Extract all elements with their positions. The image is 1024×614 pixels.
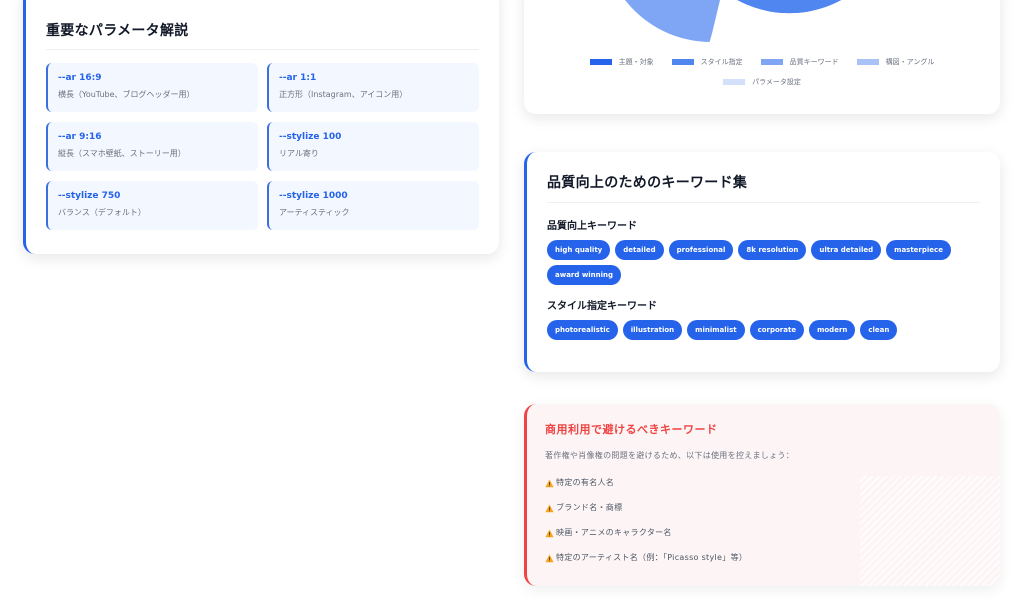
warning-item-text: 特定のアーティスト名（例：「Picasso style」等） xyxy=(556,553,748,562)
parameters-title: 重要なパラメータ解説 xyxy=(46,20,479,50)
param-code: --ar 16:9 xyxy=(58,73,102,83)
keywords-title: 品質向上のためのキーワード集 xyxy=(547,172,980,203)
parameters-card: 重要なパラメータ解説 --ar 16:9 横長（YouTube、ブログヘッダー用… xyxy=(23,0,499,254)
warning-description: 著作権や肖像権の問題を避けるため、以下は使用を控えましょう： xyxy=(545,451,794,460)
keyword-tag[interactable]: masterpiece xyxy=(886,240,951,260)
keyword-tag[interactable]: minimalist xyxy=(687,320,745,340)
legend-swatch xyxy=(723,78,746,85)
style-keywords-title: スタイル指定キーワード xyxy=(547,301,657,312)
warning-icon xyxy=(545,529,554,537)
param-item: --stylize 100 リアル寄り xyxy=(267,122,479,171)
legend-swatch xyxy=(760,58,783,65)
param-desc: 横長（YouTube、ブログヘッダー用） xyxy=(58,90,195,99)
keyword-tag[interactable]: award winning xyxy=(547,265,622,285)
keyword-tag[interactable]: modern xyxy=(809,320,856,340)
warning-item-text: 映画・アニメのキャラクター名 xyxy=(556,528,672,537)
legend-swatch xyxy=(671,58,694,65)
param-desc: 正方形（Instagram、アイコン用） xyxy=(279,90,408,99)
param-code: --stylize 100 xyxy=(279,132,342,142)
legend-label: 構図・アングル xyxy=(885,57,935,66)
legend-label: 品質キーワード xyxy=(789,57,839,66)
keyword-tag[interactable]: high quality xyxy=(547,240,611,260)
warning-icon xyxy=(545,479,554,487)
parameters-grid: --ar 16:9 横長（YouTube、ブログヘッダー用） --ar 1:1 … xyxy=(46,63,479,230)
warning-icon xyxy=(545,554,554,562)
legend-item[interactable]: 構図・アングル xyxy=(856,57,935,66)
page: 重要なパラメータ解説 --ar 16:9 横長（YouTube、ブログヘッダー用… xyxy=(0,0,1024,614)
keywords-card: 品質向上のためのキーワード集 品質向上キーワード high quality de… xyxy=(524,152,1000,372)
keyword-tag[interactable]: ultra detailed xyxy=(811,240,882,260)
param-desc: アーティスティック xyxy=(279,208,350,217)
keyword-tag[interactable]: illustration xyxy=(622,320,683,340)
quality-tag-list: high quality detailed professional 8k re… xyxy=(547,240,980,285)
param-item: --ar 1:1 正方形（Instagram、アイコン用） xyxy=(267,63,479,112)
pie-slice-style xyxy=(737,0,842,14)
warning-item-text: 特定の有名人名 xyxy=(556,478,615,487)
param-code: --ar 9:16 xyxy=(58,132,102,142)
legend-item[interactable]: スタイル指定 xyxy=(671,57,743,66)
style-tag-list: photorealistic illustration minimalist c… xyxy=(547,320,980,340)
keyword-tag[interactable]: corporate xyxy=(749,320,805,340)
param-desc: 縦長（スマホ壁紙、ストーリー用） xyxy=(58,149,186,158)
keyword-tag[interactable]: 8k resolution xyxy=(738,240,807,260)
warning-title: 商用利用で避けるべきキーワード xyxy=(545,423,718,436)
param-code: --stylize 1000 xyxy=(279,191,348,201)
keyword-tag[interactable]: professional xyxy=(668,240,734,260)
param-desc: バランス（デフォルト） xyxy=(58,208,146,217)
legend-swatch xyxy=(856,58,879,65)
legend-label: パラメータ設定 xyxy=(752,77,801,86)
keyword-tag[interactable]: photorealistic xyxy=(547,320,618,340)
warning-item-text: ブランド名・商標 xyxy=(556,503,623,512)
keyword-tag[interactable]: clean xyxy=(860,320,898,340)
pie-slice-quality xyxy=(625,0,720,42)
prompt-composition-chart-card: 主題・対象 スタイル指定 品質キーワード 構図・アングル パラメータ設定 xyxy=(524,0,1000,114)
legend-item[interactable]: 主題・対象 xyxy=(589,57,654,66)
warning-card: 商用利用で避けるべきキーワード 著作権や肖像権の問題を避けるため、以下は使用を控… xyxy=(524,404,1000,586)
param-item: --ar 16:9 横長（YouTube、ブログヘッダー用） xyxy=(46,63,258,112)
param-item: --stylize 1000 アーティスティック xyxy=(267,181,479,230)
param-code: --ar 1:1 xyxy=(279,73,317,83)
chart-legend: 主題・対象 スタイル指定 品質キーワード 構図・アングル パラメータ設定 xyxy=(524,57,1000,86)
param-desc: リアル寄り xyxy=(279,149,319,158)
legend-item[interactable]: 品質キーワード xyxy=(760,57,839,66)
legend-label: スタイル指定 xyxy=(700,57,743,66)
param-item: --ar 9:16 縦長（スマホ壁紙、ストーリー用） xyxy=(46,122,258,171)
warning-icon xyxy=(545,504,554,512)
legend-swatch xyxy=(589,58,612,65)
legend-item[interactable]: パラメータ設定 xyxy=(723,77,801,86)
param-code: --stylize 750 xyxy=(58,191,121,201)
keyword-tag[interactable]: detailed xyxy=(615,240,664,260)
quality-keywords-title: 品質向上キーワード xyxy=(547,221,637,232)
param-item: --stylize 750 バランス（デフォルト） xyxy=(46,181,258,230)
legend-label: 主題・対象 xyxy=(618,57,654,66)
decorative-stripes xyxy=(860,476,1000,586)
